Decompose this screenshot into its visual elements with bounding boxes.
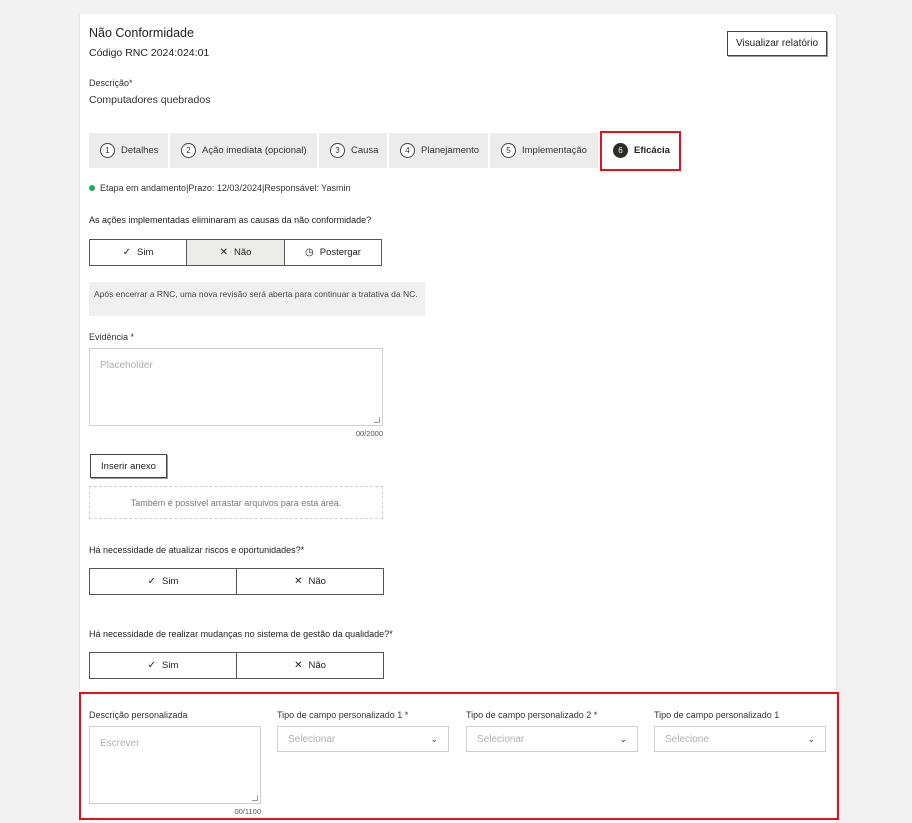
step-number: 4: [400, 143, 415, 158]
step-number: 5: [501, 143, 516, 158]
deadline-text: Prazo: 12/03/2024: [188, 183, 262, 193]
tab-implementacao[interactable]: 5 Implementação: [490, 133, 598, 168]
risks-sim-button[interactable]: ✓ Sim: [89, 568, 237, 595]
qms-nao-button[interactable]: ✕ Não: [236, 652, 384, 679]
stage-status: Etapa em andamento | Prazo: 12/03/2024 |…: [89, 183, 351, 193]
qms-segmented-control: ✓ Sim ✕ Não: [89, 652, 384, 679]
description-value: Computadores quebrados: [89, 94, 211, 106]
question-actions-label: As ações implementadas eliminaram as cau…: [89, 215, 372, 225]
option-label: Sim: [162, 660, 179, 671]
close-icon: ✕: [294, 660, 303, 671]
qms-sim-button[interactable]: ✓ Sim: [89, 652, 237, 679]
tab-acao-imediata[interactable]: 2 Ação imediata (opcional): [170, 133, 317, 168]
evidence-textarea[interactable]: Placeholder: [89, 348, 383, 426]
check-icon: ✓: [147, 576, 156, 587]
check-icon: ✓: [147, 660, 156, 671]
status-dot-icon: [89, 185, 95, 191]
custom-fields-highlight: [79, 692, 839, 820]
option-label: Não: [308, 660, 326, 671]
option-sim-button[interactable]: ✓ Sim: [89, 239, 187, 266]
option-postergar-button[interactable]: ◷ Postergar: [284, 239, 382, 266]
rnc-code: Código RNC 2024:024:01: [89, 47, 210, 59]
question-qms-label: Há necessidade de realizar mudanças no s…: [89, 629, 393, 639]
step-number: 2: [181, 143, 196, 158]
clock-icon: ◷: [305, 247, 314, 258]
active-tab-highlight: [600, 131, 681, 171]
file-dropzone[interactable]: Também é possível arrastar arquivos para…: [89, 486, 383, 519]
evidence-placeholder: Placeholder: [100, 360, 153, 371]
tab-planejamento[interactable]: 4 Planejamento: [389, 133, 488, 168]
check-icon: ✓: [122, 247, 131, 258]
tab-label: Planejamento: [421, 145, 480, 156]
description-label: Descrição*: [89, 78, 133, 88]
tab-label: Detalhes: [121, 145, 159, 156]
risks-nao-button[interactable]: ✕ Não: [236, 568, 384, 595]
close-icon: ✕: [219, 247, 228, 258]
option-label: Não: [308, 576, 326, 587]
tab-detalhes[interactable]: 1 Detalhes: [89, 133, 168, 168]
option-label: Sim: [137, 247, 154, 258]
tab-causa[interactable]: 3 Causa: [319, 133, 387, 168]
info-box: Após encerrar a RNC, uma nova revisão se…: [89, 282, 425, 316]
option-label: Sim: [162, 576, 179, 587]
dropzone-text: Também é possível arrastar arquivos para…: [130, 497, 342, 508]
evidence-counter: 00/2000: [355, 429, 383, 438]
question-risks-label: Há necessidade de atualizar riscos e opo…: [89, 545, 305, 555]
tab-label: Ação imediata (opcional): [202, 145, 307, 156]
insert-attachment-button[interactable]: Inserir anexo: [90, 454, 167, 478]
view-report-button[interactable]: Visualizar relatório: [727, 31, 827, 56]
option-label: Não: [233, 247, 252, 258]
close-icon: ✕: [294, 576, 303, 587]
tab-label: Causa: [351, 145, 379, 156]
responsible-text: Responsável: Yasmin: [264, 183, 351, 193]
option-label: Postergar: [319, 247, 361, 258]
risks-segmented-control: ✓ Sim ✕ Não: [89, 568, 384, 595]
resize-handle-icon[interactable]: [374, 417, 380, 423]
stage-text: Etapa em andamento: [100, 183, 187, 193]
tab-label: Implementação: [522, 145, 587, 156]
evidence-label: Evidência *: [89, 332, 135, 342]
step-number: 3: [330, 143, 345, 158]
page-title: Não Conformidade: [89, 26, 194, 40]
step-number: 1: [100, 143, 115, 158]
option-nao-button[interactable]: ✕ Não: [186, 239, 285, 266]
actions-segmented-control: ✓ Sim ✕ Não ◷ Postergar: [89, 239, 382, 266]
